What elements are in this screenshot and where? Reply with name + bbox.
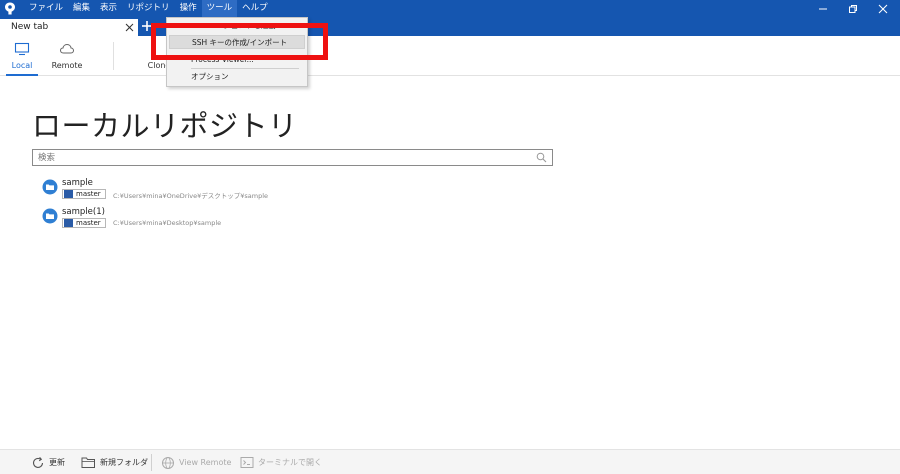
menu-separator	[191, 68, 299, 69]
active-tab-indicator	[6, 74, 38, 76]
refresh-icon	[32, 456, 44, 468]
open-terminal-button[interactable]: ターミナルで開く	[240, 454, 322, 471]
restore-button[interactable]	[838, 0, 868, 17]
local-label: Local	[11, 61, 33, 70]
menu-edit[interactable]: 編集	[68, 0, 95, 17]
menu-help[interactable]: ヘルプ	[237, 0, 273, 17]
remote-button[interactable]: Remote	[50, 36, 84, 76]
cloud-icon	[59, 43, 75, 54]
refresh-button[interactable]: 更新	[31, 454, 65, 471]
menu-repository[interactable]: リポジトリ	[122, 0, 175, 17]
search-icon	[536, 152, 547, 163]
tab-bar: New tab	[0, 17, 900, 36]
branch-name: master	[76, 219, 101, 227]
statusbar-divider	[151, 454, 152, 471]
search-box[interactable]	[32, 149, 553, 166]
new-folder-icon	[81, 457, 95, 468]
branch-icon	[64, 219, 73, 227]
highlight-box	[151, 23, 328, 60]
repository-path: C:¥Users¥mina¥OneDrive¥デスクトップ¥sample	[113, 192, 269, 200]
close-window-button[interactable]	[868, 0, 898, 17]
menu-file[interactable]: ファイル	[24, 0, 68, 17]
folder-icon	[42, 179, 58, 195]
tab-new-tab[interactable]: New tab	[0, 19, 138, 36]
toolbar: Local Remote Clone	[0, 36, 900, 76]
minimize-icon	[819, 8, 827, 10]
branch-badge: master	[62, 218, 106, 228]
globe-icon	[162, 456, 174, 469]
local-button[interactable]: Local	[6, 36, 38, 76]
folder-icon	[42, 208, 58, 224]
branch-badge: master	[62, 189, 106, 199]
branch-icon	[64, 190, 73, 198]
restore-icon	[849, 5, 857, 13]
menu-tools[interactable]: ツール	[201, 0, 238, 17]
repository-name: sample(1)	[62, 207, 105, 217]
menu-view[interactable]: 表示	[95, 0, 122, 17]
status-bar: 更新 新規フォルダ View Remote ターミナルで開く	[0, 449, 900, 474]
menu-bar: ファイル 編集 表示 リポジトリ 操作 ツール ヘルプ	[24, 0, 273, 17]
title-bar: ファイル 編集 表示 リポジトリ 操作 ツール ヘルプ	[0, 0, 900, 17]
view-remote-button[interactable]: View Remote	[161, 454, 231, 471]
new-folder-button[interactable]: 新規フォルダ	[81, 454, 148, 471]
tab-label: New tab	[11, 22, 49, 32]
repository-path: C:¥Users¥mina¥Desktop¥sample	[113, 219, 222, 227]
open-terminal-label: ターミナルで開く	[258, 458, 322, 467]
app-logo-icon	[5, 2, 15, 15]
terminal-icon	[240, 457, 254, 468]
monitor-icon	[14, 42, 30, 56]
branch-name: master	[76, 190, 101, 198]
repository-item[interactable]: sample(1) master C:¥Users¥mina¥Desktop¥s…	[42, 207, 282, 231]
view-remote-label: View Remote	[179, 458, 232, 467]
page-title: ローカルリポジトリ	[32, 109, 298, 143]
menu-item-options[interactable]: オプション	[167, 70, 307, 84]
tab-close-icon[interactable]	[124, 21, 135, 33]
toolbar-divider	[113, 42, 114, 70]
refresh-label: 更新	[49, 458, 65, 467]
search-input[interactable]	[38, 151, 528, 164]
menu-actions[interactable]: 操作	[175, 0, 202, 17]
minimize-button[interactable]	[808, 0, 838, 17]
new-folder-label: 新規フォルダ	[100, 458, 148, 467]
repository-item[interactable]: sample master C:¥Users¥mina¥OneDrive¥デスク…	[42, 178, 282, 202]
remote-label: Remote	[51, 61, 83, 70]
repository-name: sample	[62, 178, 93, 188]
close-icon	[878, 4, 888, 14]
